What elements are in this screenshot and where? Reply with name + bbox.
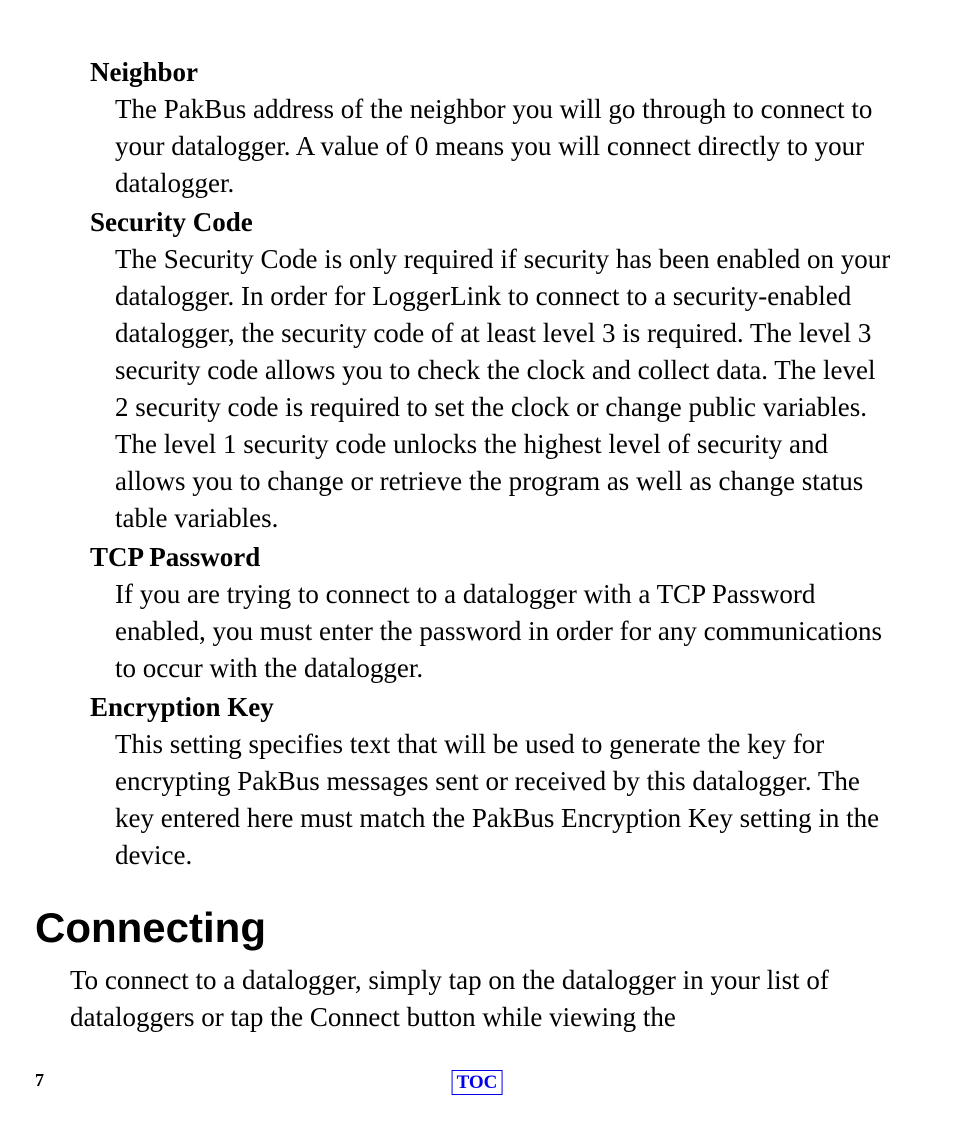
term-body: The PakBus address of the neighbor you w… bbox=[115, 91, 894, 202]
term-heading: Security Code bbox=[90, 204, 894, 241]
term-heading: TCP Password bbox=[90, 539, 894, 576]
page-number: 7 bbox=[35, 1070, 44, 1091]
term-heading: Neighbor bbox=[90, 54, 894, 91]
definition-security-code: Security Code The Security Code is only … bbox=[90, 204, 894, 537]
term-body: If you are trying to connect to a datalo… bbox=[115, 576, 894, 687]
toc-link[interactable]: TOC bbox=[452, 1070, 503, 1095]
definition-neighbor: Neighbor The PakBus address of the neigh… bbox=[90, 54, 894, 202]
term-body: This setting specifies text that will be… bbox=[115, 726, 894, 874]
section-heading-connecting: Connecting bbox=[35, 904, 894, 952]
content-area: Neighbor The PakBus address of the neigh… bbox=[90, 54, 894, 1036]
definition-tcp-password: TCP Password If you are trying to connec… bbox=[90, 539, 894, 687]
term-heading: Encryption Key bbox=[90, 689, 894, 726]
page: Neighbor The PakBus address of the neigh… bbox=[0, 0, 954, 1133]
definition-encryption-key: Encryption Key This setting specifies te… bbox=[90, 689, 894, 874]
section-body: To connect to a datalogger, simply tap o… bbox=[70, 962, 894, 1036]
term-body: The Security Code is only required if se… bbox=[115, 241, 894, 537]
